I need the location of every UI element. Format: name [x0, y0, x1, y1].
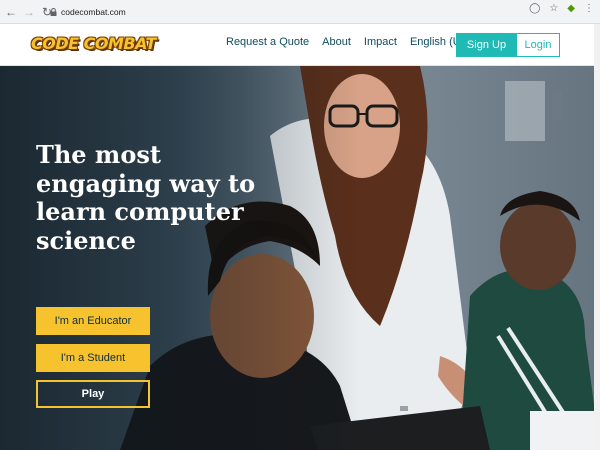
nav-request-quote[interactable]: Request a Quote: [226, 36, 309, 48]
star-icon[interactable]: ☆: [549, 4, 558, 14]
address-bar[interactable]: codecombat.com: [50, 3, 524, 21]
nav-about[interactable]: About: [322, 36, 351, 48]
hero-headline: The most engaging way to learn computer …: [36, 140, 256, 255]
back-icon[interactable]: ←: [4, 5, 18, 19]
main-nav: Request a Quote About Impact English (US…: [226, 36, 479, 48]
site-header: CODE COMBAT Request a Quote About Impact…: [0, 24, 600, 66]
browser-toolbar: ← → ↻ codecombat.com ◯ ☆ ◆ ⋮: [0, 0, 600, 24]
hero-section: The most engaging way to learn computer …: [0, 66, 600, 450]
lock-icon: [50, 8, 57, 16]
login-button[interactable]: Login: [516, 33, 560, 57]
nav-impact[interactable]: Impact: [364, 36, 397, 48]
forward-icon[interactable]: →: [22, 5, 36, 19]
scrollbar[interactable]: [594, 24, 600, 450]
codecombat-logo[interactable]: CODE COMBAT: [31, 31, 156, 57]
student-button[interactable]: I'm a Student: [36, 344, 150, 372]
sign-up-button[interactable]: Sign Up: [456, 33, 517, 57]
url-text: codecombat.com: [61, 7, 126, 17]
zoom-icon[interactable]: ◯: [529, 4, 540, 14]
play-button[interactable]: Play: [36, 380, 150, 408]
extension-icon[interactable]: ◆: [567, 4, 575, 14]
menu-icon[interactable]: ⋮: [584, 4, 594, 14]
educator-button[interactable]: I'm an Educator: [36, 307, 150, 335]
